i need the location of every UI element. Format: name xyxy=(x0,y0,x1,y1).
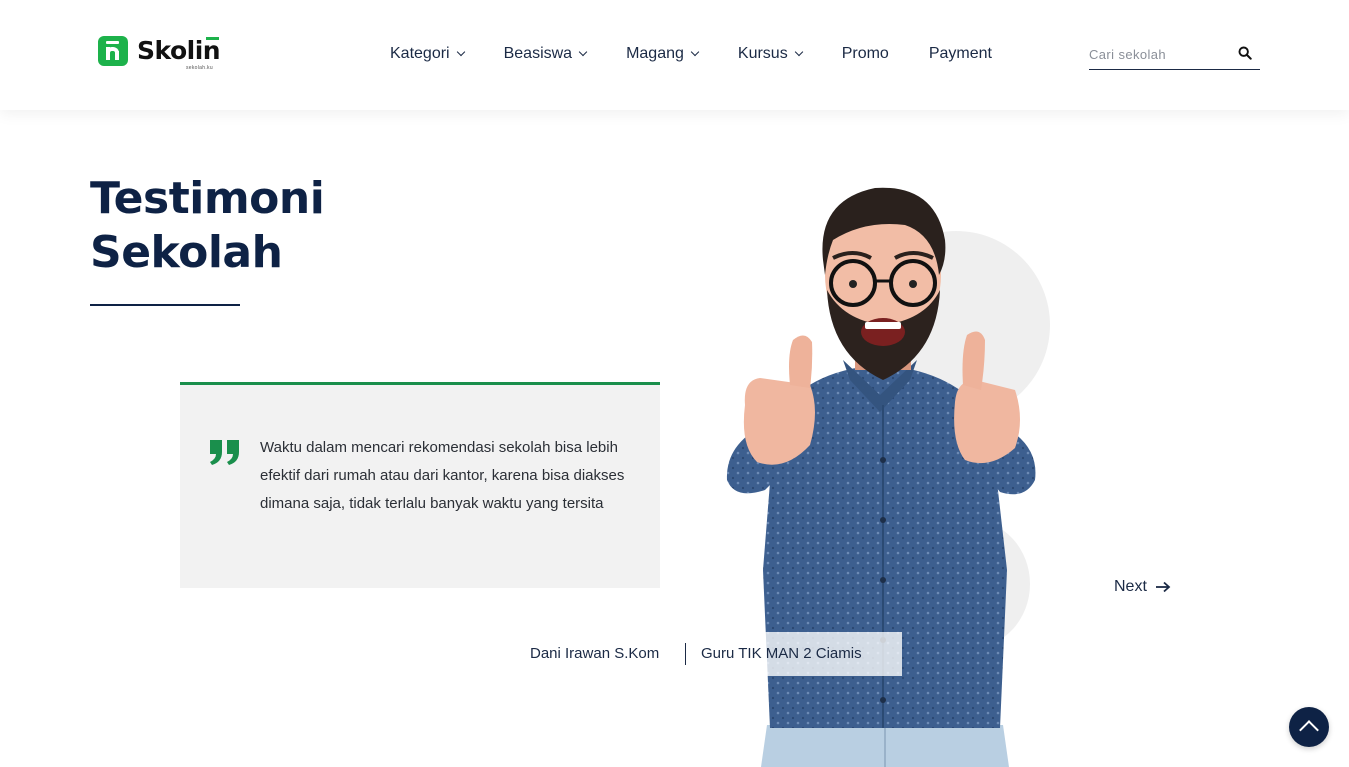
nav-item-kategori[interactable]: Kategori xyxy=(390,44,465,64)
nav-item-payment[interactable]: Payment xyxy=(929,44,992,64)
main-nav: Kategori Beasiswa Magang Kursus Promo Pa… xyxy=(390,44,1032,64)
next-label: Next xyxy=(1114,578,1147,595)
nav-item-label: Magang xyxy=(626,45,684,62)
chevron-up-icon xyxy=(1299,720,1319,740)
section-title: Testimoni Sekolah xyxy=(90,172,325,280)
next-testimonial-button[interactable]: Next xyxy=(1114,578,1171,596)
chevron-down-icon xyxy=(794,47,803,57)
testimonial-author-role: Guru TIK MAN 2 Ciamis xyxy=(701,645,862,662)
chevron-down-icon xyxy=(578,47,588,57)
title-underline xyxy=(90,304,240,306)
nav-item-label: Kategori xyxy=(390,45,450,62)
nav-item-kursus[interactable]: Kursus xyxy=(737,44,803,64)
search-input[interactable] xyxy=(1089,43,1229,65)
nav-item-label: Promo xyxy=(841,45,889,62)
nav-item-label: Kursus xyxy=(737,45,788,62)
nav-item-magang[interactable]: Magang xyxy=(626,44,700,64)
section-title-line-2: Sekolah xyxy=(90,227,283,278)
search-box xyxy=(1089,43,1260,70)
testimonial-author-name: Dani Irawan S.Kom xyxy=(530,645,660,662)
brand-logo[interactable]: Skolin sekolah.ku xyxy=(98,36,221,71)
back-to-top-button[interactable] xyxy=(1289,707,1329,747)
nav-item-promo[interactable]: Promo xyxy=(842,44,889,64)
chevron-down-icon xyxy=(456,47,465,57)
brand-name: Skolin xyxy=(137,36,221,65)
author-divider xyxy=(685,643,686,665)
testimonial-card: Waktu dalam mencari rekomendasi sekolah … xyxy=(180,382,660,588)
arrow-right-icon xyxy=(1155,581,1171,593)
testimonial-quote: Waktu dalam mencari rekomendasi sekolah … xyxy=(260,439,625,512)
brand-tagline: sekolah.ku xyxy=(186,65,213,71)
search-icon[interactable] xyxy=(1238,46,1252,60)
chevron-down-icon xyxy=(690,47,700,57)
quote-icon xyxy=(210,440,239,465)
section-title-line-1: Testimoni xyxy=(90,173,325,224)
testimonial-person-image xyxy=(726,187,1036,767)
nav-item-beasiswa[interactable]: Beasiswa xyxy=(503,44,588,64)
logo-mark-icon xyxy=(98,36,128,66)
site-header: Skolin sekolah.ku Kategori Beasiswa Maga… xyxy=(0,0,1349,110)
nav-item-label: Payment xyxy=(928,45,992,62)
nav-item-label: Beasiswa xyxy=(503,45,573,62)
